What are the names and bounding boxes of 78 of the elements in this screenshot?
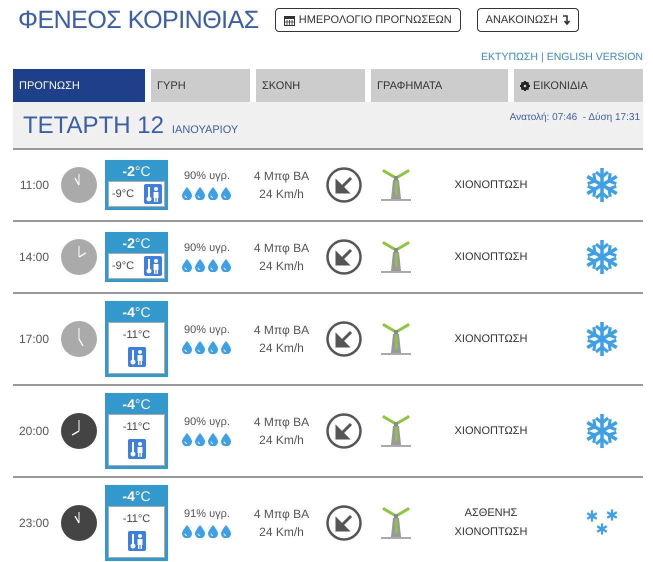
wind-force-text: 4 Μπφ ΒΑ (254, 415, 310, 429)
wind-speed-text: 24 Km/h (259, 341, 304, 355)
wind-force-text: 4 Μπφ ΒΑ (254, 169, 310, 183)
tab[interactable]: ΓΡΑΦΗΜΑΤΑ (371, 69, 508, 102)
temperature: -2°C (121, 235, 152, 251)
wind-direction-icon (326, 167, 362, 203)
condition-text: ΧΙΟΝΟΠΤΩΣΗ (454, 332, 528, 347)
wind-speed-text: 24 Km/h (259, 433, 304, 447)
wind-turbine-icon (379, 506, 413, 540)
feels-like-temperature: -11°C (122, 421, 150, 433)
humidity-text: 90% υγρ. (184, 324, 230, 336)
wind-direction-icon (326, 239, 362, 275)
snow-flurries-icon (586, 509, 618, 537)
rain-drops-icon (181, 186, 233, 200)
rain-drops-icon (181, 432, 233, 446)
page-link[interactable]: ENGLISH VERSION (546, 51, 643, 63)
wind-turbine-icon (379, 414, 413, 448)
clock-icon (61, 321, 97, 357)
rain-drops-icon (181, 340, 233, 354)
temperature: -4°C (121, 488, 152, 504)
wind-direction-icon (326, 413, 362, 449)
condition-text: ΧΙΟΝΟΠΤΩΣΗ (454, 178, 528, 193)
condition-text: ΧΙΟΝΟΠΤΩΣΗ (454, 250, 528, 265)
sunrise-sunset-text: Ανατολή: 07:46 - Δύση 17:31 (510, 112, 640, 125)
temperature: -2°C (121, 163, 152, 179)
day-heading: ΤΕΤΑΡΤΗ 12 (23, 112, 164, 140)
condition-text: ΑΣΘΕΝΗΣ ΧΙΟΝΟΠΤΩΣΗ (454, 506, 528, 540)
feels-like-icon (144, 256, 162, 276)
forecast-time: 17:00 (18, 332, 50, 346)
feels-like-temperature: -9°C (112, 260, 134, 272)
calendar-icon (284, 14, 295, 26)
feels-like-icon (128, 531, 146, 551)
wind-turbine-icon (379, 240, 413, 274)
month-label: ΙΑΝΟΥΑΡΙΟΥ (172, 124, 238, 136)
wind-turbine-icon (379, 322, 413, 356)
page-link[interactable]: ΕΚΤΥΠΩΣΗ (481, 51, 538, 63)
forecast-time: 23:00 (18, 516, 50, 530)
wind-force-text: 4 Μπφ ΒΑ (254, 507, 310, 521)
humidity-text: 90% υγρ. (184, 242, 230, 254)
clock-icon (61, 239, 97, 275)
gear-icon (520, 80, 530, 90)
forecast-time: 14:00 (18, 250, 50, 264)
feels-like-temperature: -11°C (122, 513, 150, 525)
rain-drops-icon (181, 524, 233, 538)
wind-direction-icon (326, 505, 362, 541)
feels-like-temperature: -9°C (112, 188, 134, 200)
condition-text: ΧΙΟΝΟΠΤΩΣΗ (454, 424, 528, 439)
tab[interactable]: ΠΡΟΓΝΩΣΗ (13, 69, 145, 102)
temperature: -4°C (121, 304, 152, 320)
feels-like-icon (128, 347, 146, 367)
rain-drops-icon (181, 258, 233, 272)
tab[interactable]: ΕΙΚΟΝΙΔΙΑ (514, 69, 643, 102)
tab[interactable]: ΣΚΟΝΗ (256, 69, 365, 102)
tab[interactable]: ΓΥΡΗ (151, 69, 250, 102)
humidity-text: 90% υγρ. (184, 416, 230, 428)
wind-speed-text: 24 Km/h (259, 187, 304, 201)
wind-direction-icon (326, 321, 362, 357)
clock-icon (61, 167, 97, 203)
wind-speed-text: 24 Km/h (259, 525, 304, 539)
humidity-text: 91% υγρ. (184, 508, 230, 520)
clock-icon (61, 413, 97, 449)
announcement-button[interactable]: ΑΝΑΚΟΙΝΩΣΗ (476, 8, 579, 32)
link-separator: | (540, 51, 544, 63)
wind-turbine-icon (379, 168, 413, 202)
feels-like-icon (144, 184, 162, 204)
location-title: ΦΕΝΕΟΣ ΚΟΡΙΝΘΙΑΣ (18, 5, 259, 36)
clock-icon (61, 505, 97, 541)
forecast-time: 11:00 (18, 178, 50, 192)
forecast-time: 20:00 (18, 424, 50, 438)
wind-speed-text: 24 Km/h (259, 259, 304, 273)
wind-force-text: 4 Μπφ ΒΑ (254, 241, 310, 255)
calendar-button[interactable]: ΗΜΕΡΟΛΟΓΙΟ ΠΡΟΓΝΩΣΕΩΝ (274, 8, 461, 32)
feels-like-icon (128, 439, 146, 459)
feels-like-temperature: -11°C (122, 329, 150, 341)
wind-force-text: 4 Μπφ ΒΑ (254, 323, 310, 337)
arrow-icon (562, 15, 570, 25)
humidity-text: 90% υγρ. (184, 170, 230, 182)
temperature: -4°C (121, 396, 152, 412)
